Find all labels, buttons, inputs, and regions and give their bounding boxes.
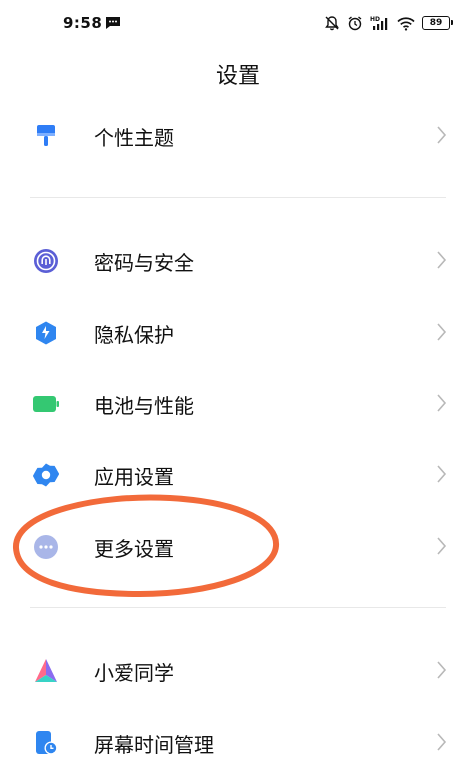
settings-item-label: 隐私保护 [94,323,174,347]
status-icons: HD 89 [324,12,453,34]
alarm-icon [348,16,362,31]
section-divider [30,607,446,608]
battery-icon: 89 [422,16,453,30]
settings-item-app-settings[interactable]: 应用设置 [0,443,476,505]
settings-item-privacy[interactable]: 隐私保护 [0,301,476,363]
settings-item-more-settings[interactable]: 更多设置 [0,515,476,577]
chevron-right-icon [437,251,447,269]
mute-bell-icon [325,16,339,31]
chevron-right-icon [437,733,447,751]
settings-item-label: 个性主题 [94,126,174,150]
status-bar: 9:58 HD 89 [0,0,476,46]
settings-item-label: 电池与性能 [94,394,194,418]
chevron-right-icon [437,465,447,483]
shield-icon [36,321,56,345]
paint-brush-icon [37,125,55,146]
chevron-right-icon [437,661,447,679]
chevron-right-icon [437,394,447,412]
settings-item-label: 屏幕时间管理 [94,733,214,757]
svg-text:HD: HD [370,16,380,23]
battery-green-icon [33,396,59,412]
message-icon [106,17,120,29]
screen-time-icon [36,731,58,755]
fingerprint-icon [34,249,58,273]
settings-item-battery-performance[interactable]: 电池与性能 [0,372,476,434]
chevron-right-icon [437,323,447,341]
status-time: 9:58 [63,14,103,32]
gear-icon [33,463,59,487]
settings-item-theme[interactable]: 个性主题 [0,104,476,166]
battery-level: 89 [429,18,443,28]
xiaoai-icon [35,659,57,682]
section-divider [30,197,446,198]
settings-item-label: 应用设置 [94,465,174,489]
wifi-icon [397,16,415,31]
settings-item-label: 小爱同学 [94,661,174,685]
settings-item-screen-time[interactable]: 屏幕时间管理 [0,711,476,773]
chevron-right-icon [437,126,447,144]
settings-item-label: 密码与安全 [94,251,194,275]
page-title: 设置 [215,64,260,89]
more-dots-icon [34,535,58,559]
chevron-right-icon [437,537,447,555]
settings-item-xiaoai[interactable]: 小爱同学 [0,639,476,701]
settings-item-label: 更多设置 [94,537,174,561]
settings-item-password-security[interactable]: 密码与安全 [0,229,476,291]
hd-signal-icon: HD [370,16,388,30]
